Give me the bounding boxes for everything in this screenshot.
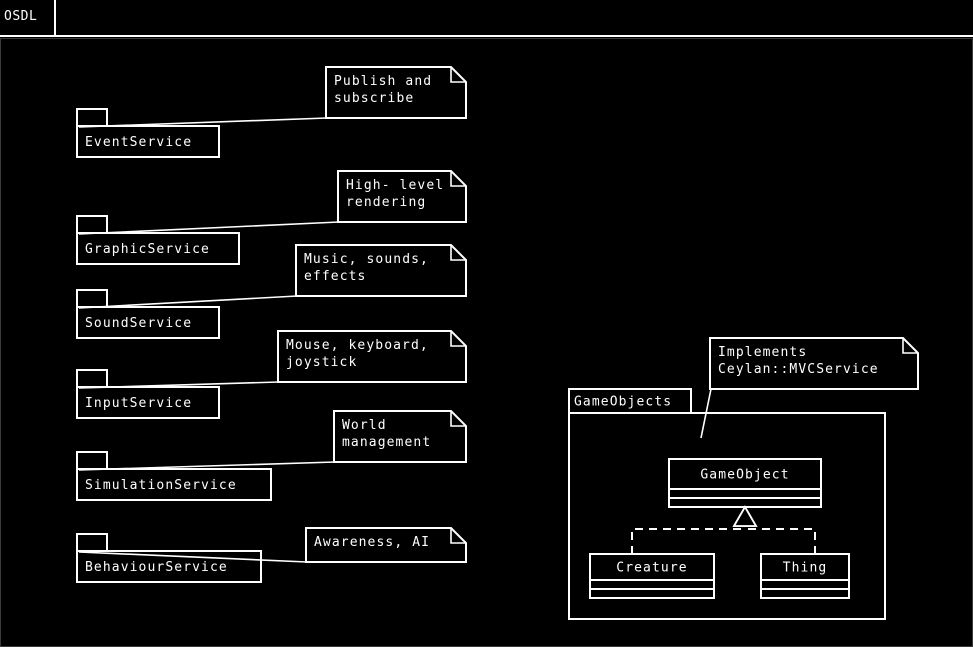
package-label-input: InputService: [85, 396, 192, 411]
package-layer: EventService GraphicService SoundService In…: [76, 108, 272, 583]
realization-line: [631, 519, 746, 554]
relationship-creature-realizes-gameobject: [631, 505, 758, 554]
note-line: Awareness, AI: [314, 535, 430, 550]
tab-osdl[interactable]: OSDL: [0, 0, 56, 37]
package-tab-graphic: [76, 215, 108, 234]
note-line: management: [342, 435, 431, 450]
note-line: Music, sounds,: [304, 252, 429, 267]
hollow-triangle-icon: [732, 505, 758, 527]
package-tab-behaviour: [76, 533, 108, 552]
connector-layer: [78, 117, 816, 563]
package-simulation[interactable]: SimulationService: [76, 451, 272, 501]
note-note-implements[interactable]: ImplementsCeylan::MVCService: [709, 337, 919, 390]
note-line: joystick: [286, 355, 357, 370]
package-graphic[interactable]: GraphicService: [76, 215, 240, 265]
package-label-sound: SoundService: [85, 316, 192, 331]
class-name-creature: Creature: [616, 561, 687, 576]
package-gameobjects[interactable]: GameObjects: [568, 388, 886, 620]
note-note-music[interactable]: Music, sounds, effects: [295, 244, 467, 297]
note-note-highlevel[interactable]: High- level rendering: [337, 170, 467, 223]
note-note-publish[interactable]: Publish and subscribe: [325, 66, 467, 119]
package-tab-event: [76, 108, 108, 127]
application-window: OSDL EventService GraphicService SoundServ…: [0, 0, 973, 647]
package-label-event: EventService: [85, 135, 192, 150]
class-thing[interactable]: Thing: [760, 553, 850, 599]
note-note-mouse[interactable]: Mouse, keyboard, joystick: [277, 330, 467, 383]
package-label-gameobjects: GameObjects: [574, 395, 672, 410]
gameobjects-layer: GameObjects: [568, 388, 886, 620]
note-line: effects: [304, 269, 367, 284]
note-note-awareness[interactable]: Awareness, AI: [305, 527, 467, 563]
note-line: Publish and: [334, 74, 432, 89]
tab-bar: OSDL: [0, 0, 973, 38]
package-tab-input: [76, 369, 108, 388]
package-tab-simulation: [76, 451, 108, 470]
package-tab-sound: [76, 289, 108, 308]
class-name-gameobject: GameObject: [700, 468, 789, 483]
note-line: Implements: [718, 345, 807, 360]
package-sound[interactable]: SoundService: [76, 289, 220, 339]
note-line: World: [342, 418, 387, 433]
package-input[interactable]: InputService: [76, 369, 220, 419]
tab-bar-underline: [56, 35, 973, 37]
uml-diagram-svg: EventService GraphicService SoundService In…: [76, 66, 919, 620]
class-gameobject[interactable]: GameObject: [668, 458, 822, 508]
note-line: Mouse, keyboard,: [286, 338, 429, 353]
note-line: High- level: [346, 178, 444, 193]
package-label-behaviour: BehaviourService: [85, 560, 228, 575]
class-creature[interactable]: Creature: [589, 553, 715, 599]
diagram-canvas[interactable]: EventService GraphicService SoundService In…: [0, 38, 973, 647]
package-label-graphic: GraphicService: [85, 242, 210, 257]
note-note-world[interactable]: World management: [333, 410, 467, 463]
class-name-thing: Thing: [783, 561, 828, 576]
package-label-simulation: SimulationService: [85, 478, 237, 493]
relationship-thing-realizes-gameobject: [732, 505, 816, 554]
note-line: rendering: [346, 195, 426, 210]
note-line: Ceylan::MVCService: [718, 362, 879, 377]
note-line: subscribe: [334, 91, 414, 106]
class-box-gameobject: [668, 458, 822, 508]
package-event[interactable]: EventService: [76, 108, 220, 158]
